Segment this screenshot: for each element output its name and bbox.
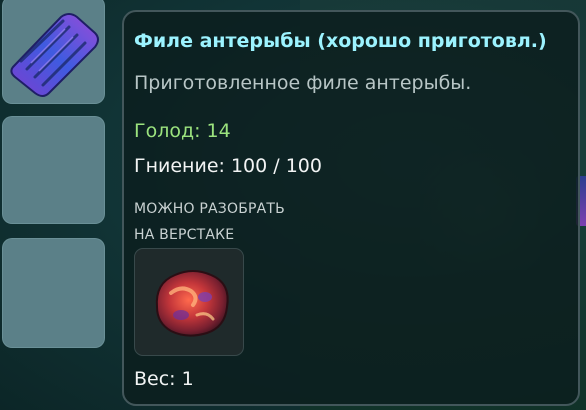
inventory-slot-1[interactable] [2, 0, 105, 104]
salvage-result-slot [134, 248, 244, 356]
weight-stat: Вес: 1 [134, 368, 194, 390]
raw-meat-chunk-icon [155, 270, 229, 337]
salvage-note-line1: МОЖНО РАЗОБРАТЬ [134, 201, 285, 217]
antfish-fillet-icon [10, 13, 99, 97]
decay-stat: Гниение: 100 / 100 [134, 155, 322, 177]
item-tooltip: Филе антерыбы (хорошо приготовл.) Пригот… [122, 10, 580, 406]
hunger-stat: Голод: 14 [134, 120, 231, 142]
inventory-slot-2[interactable] [2, 116, 105, 224]
inventory-column [0, 0, 108, 410]
item-title: Филе антерыбы (хорошо приготовл.) [134, 30, 547, 52]
inventory-slot-3[interactable] [2, 238, 105, 348]
item-description: Приготовленное филе антерыбы. [134, 72, 472, 94]
salvage-note-line2: НА ВЕРСТАКЕ [134, 227, 235, 243]
